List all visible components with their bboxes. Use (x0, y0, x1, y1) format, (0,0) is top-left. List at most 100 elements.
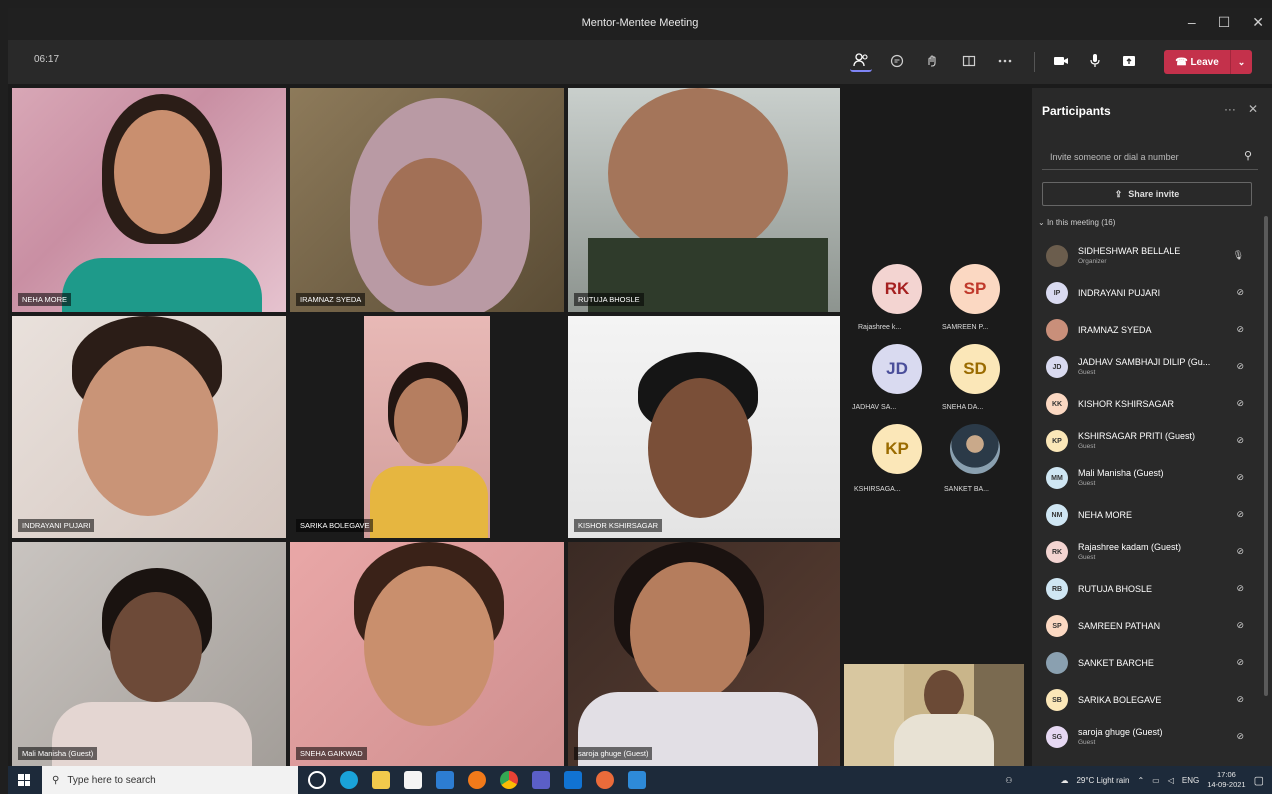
participants-icon[interactable] (850, 50, 872, 72)
participant-row[interactable]: KP KSHIRSAGAR PRITI (Guest) Guest ⊘ (1042, 423, 1252, 460)
self-view-video[interactable] (844, 664, 1024, 766)
microphone-muted-icon[interactable]: ⊘ (1236, 620, 1244, 631)
microphone-muted-icon[interactable]: ⊘ (1236, 398, 1244, 409)
in-meeting-section-header[interactable]: ⌄ In this meeting (16) (1038, 218, 1115, 227)
avatar[interactable]: SP (950, 264, 1000, 314)
video-tile[interactable]: Mali Manisha (Guest) (12, 542, 286, 766)
panel-title: Participants (1042, 104, 1111, 118)
microphone-muted-icon[interactable]: ⊘ (1236, 583, 1244, 594)
microphone-muted-icon[interactable]: ⊘ (1236, 287, 1244, 298)
avatar[interactable]: SD (950, 344, 1000, 394)
rooms-icon[interactable] (958, 50, 980, 72)
video-tile[interactable]: INDRAYANI PUJARI (12, 316, 286, 538)
leave-button[interactable]: ☎ Leave ⌄ (1164, 50, 1252, 74)
microphone-muted-icon[interactable]: ⊘ (1236, 509, 1244, 520)
participant-role: Guest (1078, 739, 1096, 746)
participant-name: saroja ghuge (Guest) (1078, 727, 1163, 737)
participant-row[interactable]: IRAMNAZ SYEDA ⊘ (1042, 312, 1252, 349)
microphone-muted-icon[interactable]: ⊘ (1236, 731, 1244, 742)
edge-icon[interactable] (340, 771, 358, 789)
microphone-icon[interactable] (1084, 50, 1106, 72)
video-tile[interactable]: IRAMNAZ SYEDA (290, 88, 564, 312)
outlook-icon[interactable] (564, 771, 582, 789)
windows-start-icon[interactable] (18, 774, 30, 786)
participant-row[interactable]: IP INDRAYANI PUJARI ⊘ (1042, 275, 1252, 312)
share-icon: ⇪ (1114, 188, 1123, 199)
chat-icon[interactable] (886, 50, 908, 72)
app-icon[interactable] (596, 771, 614, 789)
video-tile[interactable]: saroja ghuge (Guest) (568, 542, 840, 766)
microphone-muted-icon[interactable]: ⊘ (1236, 546, 1244, 557)
share-invite-button[interactable]: ⇪ Share invite (1042, 182, 1252, 206)
microphone-muted-icon[interactable]: ⊘ (1236, 657, 1244, 668)
more-actions-icon[interactable] (994, 50, 1016, 72)
participant-row[interactable]: SP SAMREEN PATHAN ⊘ (1042, 608, 1252, 645)
maximize-button[interactable]: ☐ (1218, 14, 1231, 31)
microphone-muted-icon[interactable]: ⊘ (1236, 472, 1244, 483)
mail-icon[interactable] (436, 771, 454, 789)
volume-icon[interactable]: ◁ (1168, 776, 1174, 785)
participant-row[interactable]: RB RUTUJA BHOSLE ⊘ (1042, 571, 1252, 608)
participant-row[interactable]: JD JADHAV SAMBHAJI DILIP (Gu... Guest ⊘ (1042, 349, 1252, 386)
microphone-icon[interactable]: 🎙 (1233, 250, 1244, 261)
avatar[interactable]: RK (872, 264, 922, 314)
participant-role: Guest (1078, 554, 1096, 561)
avatar[interactable]: JD (872, 344, 922, 394)
panel-scrollbar[interactable] (1264, 216, 1268, 696)
network-icon[interactable]: ▭ (1152, 776, 1160, 785)
participant-name: NEHA MORE (1078, 510, 1133, 520)
reactions-icon[interactable] (922, 50, 944, 72)
whiteboard-icon[interactable] (628, 771, 646, 789)
video-tile[interactable]: RUTUJA BHOSLE (568, 88, 840, 312)
firefox-icon[interactable] (468, 771, 486, 789)
microphone-muted-icon[interactable]: ⊘ (1236, 324, 1244, 335)
microphone-muted-icon[interactable]: ⊘ (1236, 694, 1244, 705)
video-tile[interactable]: KISHOR KSHIRSAGAR (568, 316, 840, 538)
participant-row[interactable]: KK KISHOR KSHIRSAGAR ⊘ (1042, 386, 1252, 423)
close-button[interactable]: ✕ (1252, 14, 1264, 31)
participant-role: Organizer (1078, 258, 1107, 265)
more-options-icon[interactable]: ··· (1224, 102, 1236, 116)
camera-icon[interactable] (1050, 50, 1072, 72)
search-icon[interactable]: ⚲ (1244, 149, 1252, 162)
participant-name-label: RUTUJA BHOSLE (574, 293, 644, 306)
teams-icon[interactable] (532, 771, 550, 789)
video-tile[interactable]: NEHA MORE (12, 88, 286, 312)
leave-button-label: ☎ Leave (1175, 56, 1219, 68)
share-screen-icon[interactable] (1118, 50, 1140, 72)
chevron-down-icon[interactable]: ⌄ (1230, 50, 1252, 74)
store-icon[interactable] (404, 771, 422, 789)
notification-icon[interactable]: ▢ (1254, 774, 1264, 787)
participant-name: IRAMNAZ SYEDA (1078, 325, 1152, 335)
video-tile[interactable]: SARIKA BOLEGAVE (290, 316, 564, 538)
minimize-button[interactable]: – (1188, 14, 1196, 31)
microphone-muted-icon[interactable]: ⊘ (1236, 361, 1244, 372)
title-bar: Mentor-Mentee Meeting – ☐ ✕ (8, 8, 1272, 40)
participant-row[interactable]: NM NEHA MORE ⊘ (1042, 497, 1252, 534)
file-explorer-icon[interactable] (372, 771, 390, 789)
close-panel-icon[interactable]: ✕ (1248, 102, 1258, 116)
language-indicator[interactable]: ENG (1182, 776, 1199, 785)
participant-row[interactable]: SG saroja ghuge (Guest) Guest ⊘ (1042, 719, 1252, 756)
participant-row[interactable]: SB SARIKA BOLEGAVE ⊘ (1042, 682, 1252, 719)
caret-up-icon[interactable]: ⌃ (1137, 776, 1144, 785)
invite-search-field[interactable]: Invite someone or dial a number ⚲ (1042, 144, 1258, 170)
task-view-icon[interactable] (308, 771, 326, 789)
panel-header-actions: ··· ✕ (1224, 102, 1258, 116)
video-tile[interactable]: SNEHA GAIKWAD (290, 542, 564, 766)
clock[interactable]: 17:06 14-09-2021 (1207, 770, 1245, 790)
people-icon[interactable]: ⚇ (1005, 776, 1012, 785)
chrome-icon[interactable] (500, 771, 518, 789)
participant-row[interactable]: RK Rajashree kadam (Guest) Guest ⊘ (1042, 534, 1252, 571)
weather-label[interactable]: 29°C Light rain (1076, 776, 1129, 785)
avatar[interactable]: KP (872, 424, 922, 474)
avatar-name: JADHAV SA... (852, 404, 897, 411)
participant-row[interactable]: SANKET BARCHE ⊘ (1042, 645, 1252, 682)
avatar-photo[interactable] (950, 424, 1000, 474)
taskbar-search-box[interactable]: ⚲ Type here to search (42, 766, 298, 794)
avatar (1046, 319, 1068, 341)
participant-row[interactable]: MM Mali Manisha (Guest) Guest ⊘ (1042, 460, 1252, 497)
avatar-name: Rajashree k... (858, 324, 902, 331)
microphone-muted-icon[interactable]: ⊘ (1236, 435, 1244, 446)
participant-row[interactable]: SIDHESHWAR BELLALE Organizer 🎙 (1042, 238, 1252, 275)
